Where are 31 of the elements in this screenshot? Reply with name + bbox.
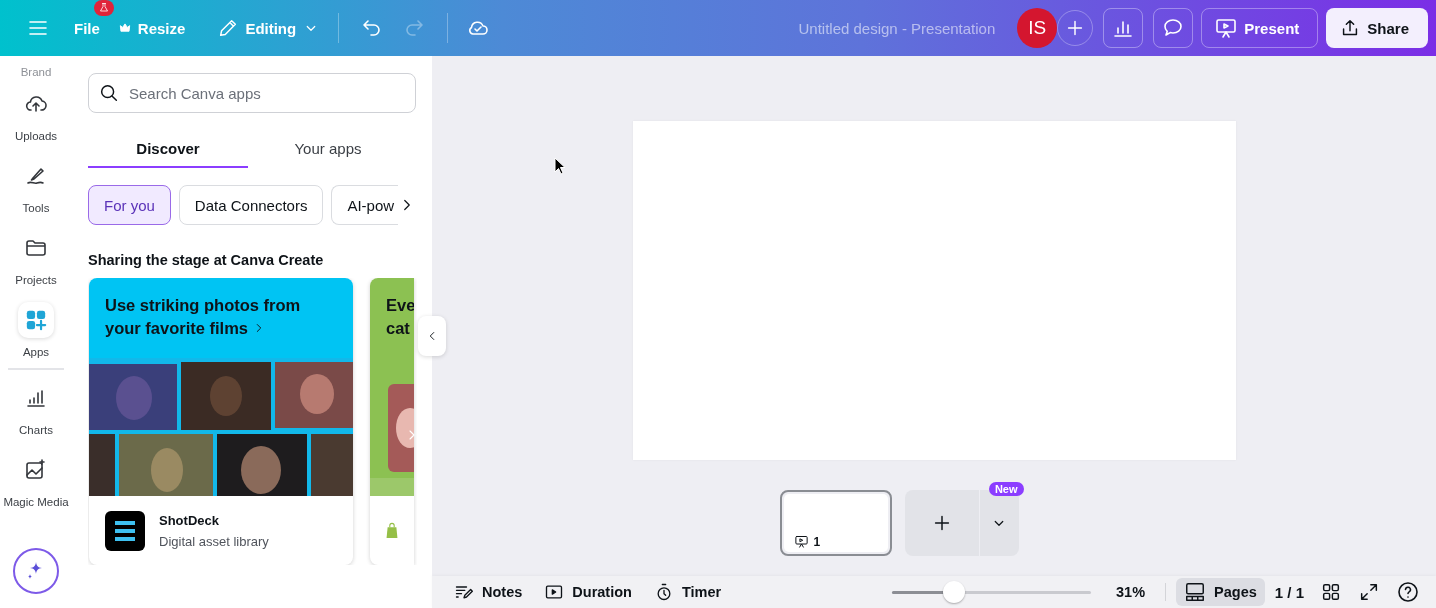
timer-button[interactable]: Timer: [645, 579, 730, 605]
rail-item[interactable]: Magic Media: [0, 444, 72, 516]
section-title: Sharing the stage at Canva Create: [88, 252, 325, 268]
filter-chip[interactable]: For you: [88, 185, 171, 225]
rail-item[interactable]: Tools: [0, 150, 72, 222]
app-description: Digital asset library: [159, 533, 269, 549]
present-button[interactable]: Present: [1201, 8, 1319, 48]
app-name: ShotDeck: [159, 512, 220, 528]
filter-chip[interactable]: Data Connectors: [178, 185, 324, 225]
filter-chip[interactable]: AI-pow: [331, 185, 399, 225]
app-card[interactable]: Eve cat: [370, 278, 414, 565]
page-count: 1 / 1: [1274, 583, 1304, 601]
search-field[interactable]: Search Canva apps: [88, 73, 416, 113]
card-headline: Use striking photos from your favorite films: [89, 278, 353, 358]
rail-item[interactable]: Projects: [0, 222, 72, 294]
new-badge: New: [988, 482, 1024, 496]
rail-item[interactable]: Uploads: [0, 78, 72, 150]
pages-button[interactable]: Pages: [1176, 578, 1265, 606]
user-avatar[interactable]: IS: [1017, 8, 1058, 48]
app-card[interactable]: Use striking photos from your favorite films ShotDeck Digital asset library: [89, 278, 353, 565]
zoom-value: 31%: [1116, 584, 1146, 600]
rail-item[interactable]: Charts: [0, 372, 72, 444]
page-thumbnail[interactable]: 1: [779, 490, 892, 556]
tab[interactable]: Discover: [88, 130, 248, 168]
notes-button[interactable]: Notes: [446, 579, 531, 605]
share-button[interactable]: Share: [1326, 8, 1428, 48]
tab[interactable]: Your apps: [248, 130, 408, 168]
card-headline: Eve cat: [370, 278, 414, 358]
rail-item[interactable]: Apps: [0, 294, 72, 366]
page-number: 1: [813, 535, 821, 549]
duration-button[interactable]: Duration: [536, 579, 640, 605]
